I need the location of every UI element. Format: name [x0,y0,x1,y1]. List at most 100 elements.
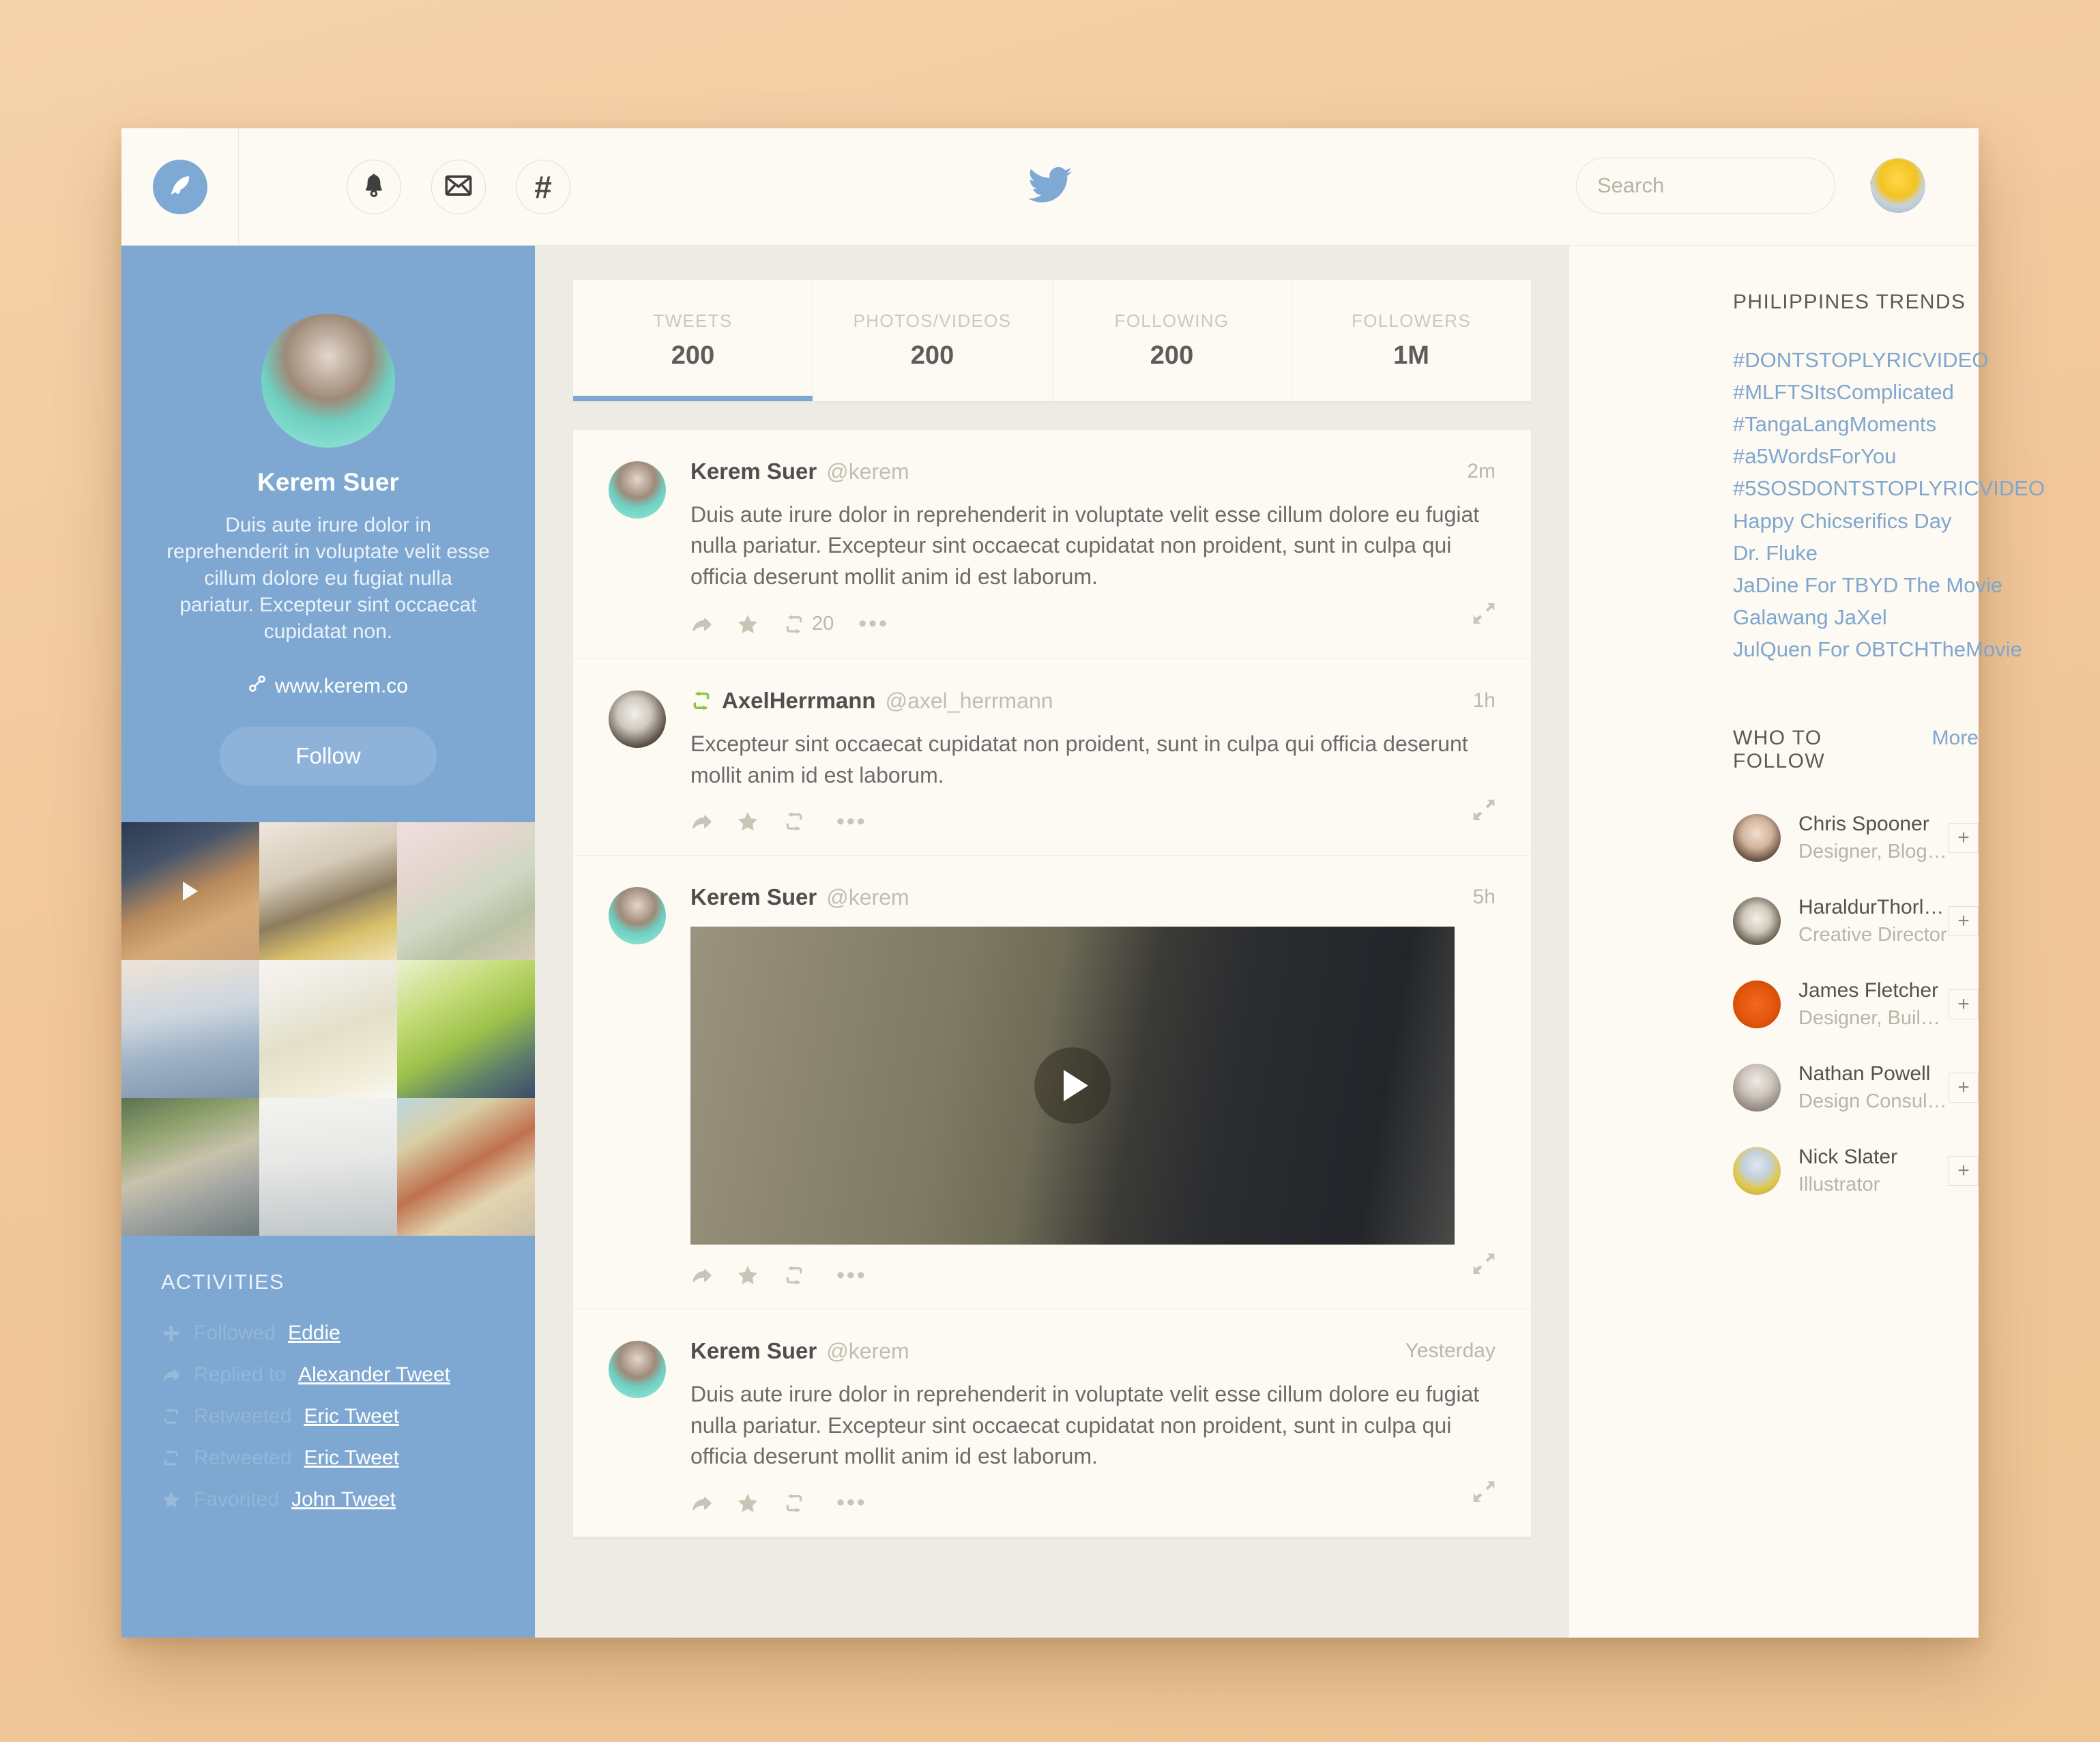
list-item[interactable]: Chris Spooner Designer, Blogger + [1733,796,1979,880]
suggestion-name[interactable]: Chris Spooner [1798,813,1949,836]
tweet-row[interactable]: Kerem Suer @kerem ••• 5h [573,856,1531,1310]
profile-website-link[interactable]: www.kerem.co [121,675,535,698]
add-user-button[interactable]: + [1949,989,1979,1020]
avatar[interactable] [1733,814,1781,862]
favorite-icon[interactable] [737,811,759,832]
trend-item[interactable]: #DONTSTOPLYRICVIDEO [1733,344,1988,376]
more-options-icon[interactable]: ••• [836,1491,867,1514]
trend-item[interactable]: JaDine For TBYD The Movie [1733,569,2002,601]
retweet-icon[interactable] [783,1493,812,1513]
trend-item[interactable]: Dr. Fluke [1733,537,1979,569]
play-icon[interactable] [1034,1047,1111,1124]
compose-tweet-button[interactable] [152,160,207,214]
reply-icon[interactable] [690,614,712,635]
favorite-icon[interactable] [737,1493,759,1513]
avatar[interactable] [1733,981,1781,1029]
trend-item[interactable]: Galawang JaXel [1733,601,1979,633]
tab-photos-videos[interactable]: PHOTOS/VIDEOS 200 [813,280,1052,401]
suggestion-name[interactable]: HaraldurThorleifs... [1798,896,1949,919]
add-user-button[interactable]: + [1949,1156,1979,1187]
trend-item[interactable]: #MLFTSItsComplicated [1733,376,1979,408]
search-input[interactable] [1577,158,1869,213]
activity-item[interactable]: Retweeted Eric Tweet [161,1395,535,1437]
photo-cell-lemon-tea[interactable] [259,960,397,1098]
tweet-avatar[interactable] [609,1341,666,1399]
tab-followers[interactable]: FOLLOWERS 1M [1292,280,1531,401]
add-user-button[interactable]: + [1949,1073,1979,1103]
trend-item[interactable]: JulQuen For OBTCHTheMovie [1733,633,2022,665]
photo-cell-misty-sea[interactable] [259,1098,397,1236]
expand-icon[interactable] [1472,798,1496,825]
activity-item[interactable]: Favorited John Tweet [161,1479,535,1520]
nav-discover-button[interactable]: # [516,160,570,214]
tweet-video-media[interactable] [690,927,1455,1245]
tweet-avatar[interactable] [609,691,666,749]
tweet-author-handle[interactable]: @kerem [826,885,909,910]
photo-cell-teapot[interactable] [259,822,397,960]
reply-icon[interactable] [690,1265,712,1286]
photo-cell-chair-window[interactable] [121,960,259,1098]
tweet-row[interactable]: AxelHerrmann @axel_herrmann Excepteur si… [573,659,1531,856]
photo-cell-laundry-street[interactable] [397,1098,535,1236]
expand-icon[interactable] [1472,1480,1496,1507]
photo-cell-cactus[interactable] [397,822,535,960]
account-avatar[interactable] [1871,158,1925,213]
retweet-icon[interactable] [783,1265,812,1286]
expand-icon[interactable] [1472,602,1496,628]
trend-item[interactable]: #a5WordsForYou [1733,440,1979,472]
list-item[interactable]: HaraldurThorleifs... Creative Director + [1733,880,1979,963]
suggestion-name[interactable]: Nathan Powell [1798,1062,1949,1086]
avatar[interactable] [1733,897,1781,946]
who-to-follow-more-link[interactable]: More [1932,727,1979,750]
activity-item[interactable]: Replied to Alexander Tweet [161,1354,535,1395]
retweet-icon[interactable]: 20 [783,613,834,635]
tweet-author-handle[interactable]: @kerem [826,459,909,484]
reply-icon[interactable] [690,1493,712,1513]
list-item[interactable]: Nick Slater Illustrator + [1733,1129,1979,1213]
photo-cell-man-railing[interactable] [121,1098,259,1236]
activity-target[interactable]: John Tweet [291,1488,396,1511]
tweet-author-name[interactable]: Kerem Suer [690,884,817,910]
photo-cell-boots-video[interactable] [121,822,259,960]
nav-messages-button[interactable] [431,160,486,214]
tweet-avatar[interactable] [609,461,666,519]
list-item[interactable]: Nathan Powell Design Consultant + [1733,1046,1979,1129]
tweet-author-handle[interactable]: @axel_herrmann [886,688,1053,714]
photo-cell-green-leaf[interactable] [397,960,535,1098]
activity-target[interactable]: Eddie [288,1322,340,1345]
trend-item[interactable]: #TangaLangMoments [1733,408,1979,440]
activity-target[interactable]: Alexander Tweet [298,1363,450,1387]
follow-button[interactable]: Follow [220,727,437,785]
expand-icon[interactable] [1472,1252,1496,1279]
activity-target[interactable]: Eric Tweet [304,1447,399,1470]
tweet-author-name[interactable]: Kerem Suer [690,1338,817,1364]
tab-tweets[interactable]: TWEETS 200 [573,280,813,401]
reply-icon[interactable] [690,811,712,832]
activity-item[interactable]: Followed Eddie [161,1312,535,1354]
tweet-row[interactable]: Kerem Suer @kerem Duis aute irure dolor … [573,430,1531,660]
tab-following[interactable]: FOLLOWING 200 [1052,280,1292,401]
more-options-icon[interactable]: ••• [858,612,889,635]
tweet-author-handle[interactable]: @kerem [826,1339,909,1364]
tweet-row[interactable]: Kerem Suer @kerem Duis aute irure dolor … [573,1309,1531,1537]
tweet-author-name[interactable]: Kerem Suer [690,459,817,484]
trend-item[interactable]: #5SOSDONTSTOPLYRICVIDEO [1733,472,2045,504]
suggestion-name[interactable]: Nick Slater [1798,1146,1949,1169]
nav-notifications-button[interactable] [347,160,401,214]
favorite-icon[interactable] [737,614,759,635]
suggestion-name[interactable]: James Fletcher [1798,979,1949,1002]
tweet-avatar[interactable] [609,887,666,945]
favorite-icon[interactable] [737,1265,759,1286]
list-item[interactable]: James Fletcher Designer, Builder... + [1733,963,1979,1046]
activity-target[interactable]: Eric Tweet [304,1405,399,1428]
add-user-button[interactable]: + [1949,906,1979,937]
trend-item[interactable]: Happy Chicserifics Day [1733,505,1979,537]
profile-avatar[interactable] [261,314,395,448]
activity-item[interactable]: Retweeted Eric Tweet [161,1437,535,1479]
avatar[interactable] [1733,1064,1781,1112]
avatar[interactable] [1733,1147,1781,1195]
retweet-icon[interactable] [783,811,812,832]
add-user-button[interactable]: + [1949,823,1979,854]
more-options-icon[interactable]: ••• [836,810,867,833]
tweet-author-name[interactable]: AxelHerrmann [722,688,876,714]
